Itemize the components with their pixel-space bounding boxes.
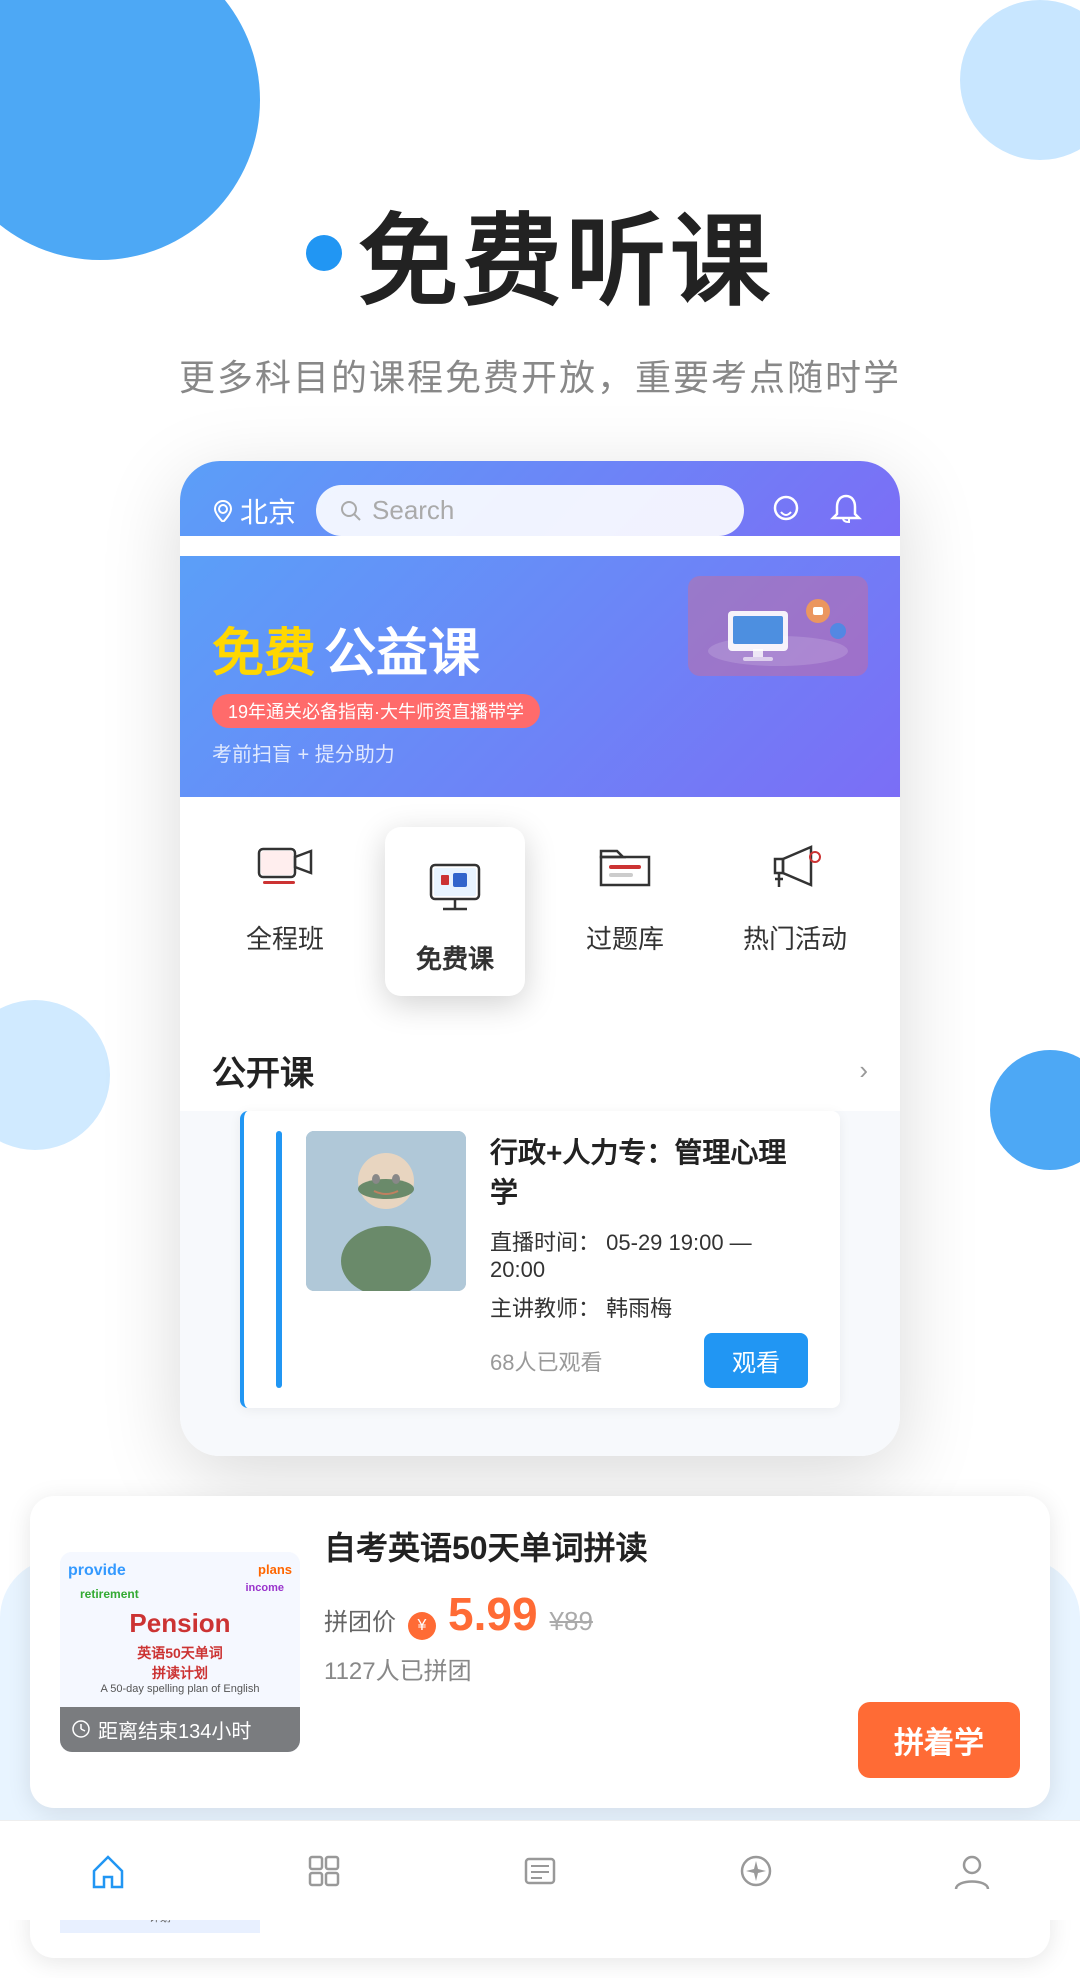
menu-label-question-bank: 过题库 [586, 919, 664, 956]
product-thumb-title: 英语50天单词拼读计划 [129, 1643, 231, 1683]
menu-label-hot-activity: 热门活动 [743, 919, 847, 956]
course-broadcast-time: 直播时间： 05-29 19:00 — 20:00 [490, 1225, 808, 1283]
app-header-top: 北京 Search [212, 485, 868, 536]
banner-free-label: 免费 [212, 611, 316, 686]
phone-mockup: 北京 Search [180, 461, 900, 1456]
price-icon: ¥ [408, 1612, 436, 1640]
search-bar[interactable]: Search [316, 485, 744, 536]
word-plans: plans [258, 1562, 292, 1577]
word-provide: provide [68, 1562, 126, 1580]
price-current: 5.99 [448, 1587, 538, 1641]
quick-menu: 全程班 免费课 [180, 797, 900, 1026]
hero-title-row: 免费听课 [0, 180, 1080, 325]
location-text: 北京 [240, 491, 296, 531]
banner-illustration [698, 581, 858, 671]
megaphone-icon [755, 827, 835, 907]
teacher-photo [306, 1131, 466, 1291]
course-footer: 68人已观看 观看 [490, 1333, 808, 1388]
section-header-open-course: 公开课 › [180, 1026, 900, 1111]
product-title-1: 自考英语50天单词拼读 [324, 1526, 1020, 1571]
product-thumbnail-1: provide plans retirement income Pension … [60, 1552, 300, 1752]
hero-section: 免费听课 更多科目的课程免费开放，重要考点随时学 [0, 0, 1080, 401]
nav-item-question[interactable] [450, 1851, 630, 1891]
banner-tag: 19年通关必备指南·大牛师资直播带学 [212, 694, 540, 728]
app-banner: 免费 公益课 19年通关必备指南·大牛师资直播带学 考前扫盲 + 提分助力 [180, 556, 900, 797]
screen-icon [415, 847, 495, 927]
hero-subtitle: 更多科目的课程免费开放，重要考点随时学 [0, 349, 1080, 401]
location-icon [212, 500, 234, 522]
folder-icon [585, 827, 665, 907]
clock-icon [72, 1720, 90, 1738]
price-label: 拼团价 [324, 1602, 396, 1637]
nav-item-profile[interactable] [882, 1851, 1062, 1891]
menu-item-question-bank[interactable]: 过题库 [555, 827, 695, 996]
banner-course-label: 公益课 [324, 611, 480, 686]
word-retirement: retirement [80, 1587, 139, 1601]
price-row: 拼团价 ¥ 5.99 ¥89 [324, 1587, 1020, 1641]
course-info: 行政+人力专：管理心理学 直播时间： 05-29 19:00 — 20:00 主… [490, 1131, 808, 1388]
search-icon [340, 500, 362, 522]
timer-text: 距离结束134小时 [98, 1715, 251, 1744]
person-icon [952, 1851, 992, 1891]
video-icon [245, 827, 325, 907]
menu-item-free-course[interactable]: 免费课 [385, 827, 525, 996]
price-original: ¥89 [550, 1606, 593, 1637]
hero-dot-icon [306, 235, 342, 271]
watch-button[interactable]: 观看 [704, 1333, 808, 1388]
grid-icon [304, 1851, 344, 1891]
course-title: 行政+人力专：管理心理学 [490, 1131, 808, 1211]
header-icons [764, 489, 868, 533]
message-icon[interactable] [764, 489, 808, 533]
teacher-name: 韩雨梅 [606, 1296, 672, 1321]
search-placeholder: Search [372, 495, 454, 526]
app-header: 北京 Search [180, 461, 900, 536]
bottom-nav [0, 1820, 1080, 1920]
nav-item-discover[interactable] [666, 1851, 846, 1891]
menu-label-quanchengban: 全程班 [246, 919, 324, 956]
word-pension: Pension [129, 1608, 230, 1639]
list-icon [520, 1851, 560, 1891]
product-thumb-timer: 距离结束134小时 [60, 1707, 300, 1752]
product-card-1: provide plans retirement income Pension … [30, 1496, 1050, 1808]
product-info-1: 自考英语50天单词拼读 拼团价 ¥ 5.99 ¥89 1127人已拼团 拼着学 [324, 1526, 1020, 1778]
hero-title-text: 免费听课 [358, 180, 774, 325]
watch-count: 68人已观看 [490, 1345, 602, 1377]
menu-item-quanchengban[interactable]: 全程班 [215, 827, 355, 996]
menu-item-hot-activity[interactable]: 热门活动 [725, 827, 865, 996]
word-income: income [245, 1582, 284, 1594]
product-thumb-subtitle: A 50-day spelling plan of English [101, 1683, 260, 1695]
bg-circle-right-mid [990, 1050, 1080, 1170]
banner-title-row: 免费 公益课 [212, 576, 868, 686]
compass-icon [736, 1851, 776, 1891]
course-teacher: 主讲教师： 韩雨梅 [490, 1291, 808, 1323]
banner-desc: 考前扫盲 + 提分助力 [212, 738, 868, 767]
teacher-label: 主讲教师： [490, 1296, 600, 1321]
section-title-open-course: 公开课 [212, 1046, 314, 1095]
group-count: 1127人已拼团 [324, 1651, 1020, 1686]
bg-circle-left-mid [0, 1000, 110, 1150]
nav-item-home[interactable] [18, 1851, 198, 1891]
section-more-link[interactable]: › [859, 1055, 868, 1086]
group-buy-button[interactable]: 拼着学 [858, 1702, 1020, 1778]
menu-label-free-course: 免费课 [416, 939, 494, 976]
home-icon [88, 1851, 128, 1891]
notification-icon[interactable] [824, 489, 868, 533]
broadcast-time-label: 直播时间： [490, 1230, 600, 1255]
nav-item-course[interactable] [234, 1851, 414, 1891]
blue-bar-accent [276, 1131, 282, 1388]
course-card: 行政+人力专：管理心理学 直播时间： 05-29 19:00 — 20:00 主… [240, 1111, 840, 1408]
location-label: 北京 [212, 491, 296, 531]
